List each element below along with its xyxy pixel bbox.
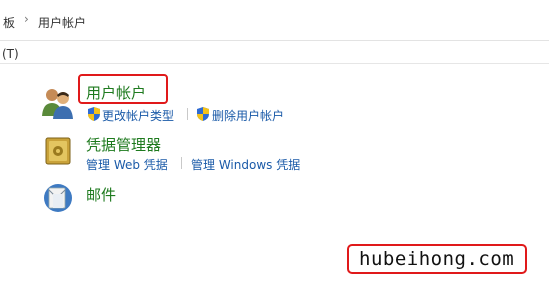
breadcrumb-parent[interactable]: 板: [3, 14, 15, 31]
link-manage-windows-credentials[interactable]: 管理 Windows 凭据: [191, 156, 300, 173]
watermark-stamp: hubeihong.com: [347, 244, 527, 274]
menu-bar: (T): [0, 41, 549, 64]
watermark-text: hubeihong.com: [359, 248, 515, 270]
highlight-box: [78, 74, 168, 104]
link-change-account-type[interactable]: 更改帐户类型: [102, 107, 174, 124]
category-title-mail[interactable]: 邮件: [86, 184, 116, 205]
link-manage-web-credentials[interactable]: 管理 Web 凭据: [86, 156, 168, 173]
category-title-credential-manager[interactable]: 凭据管理器: [86, 134, 161, 155]
breadcrumb-current[interactable]: 用户帐户: [38, 14, 86, 31]
credential-vault-icon[interactable]: [44, 136, 72, 166]
link-separator: [181, 157, 182, 169]
users-icon[interactable]: [40, 86, 76, 120]
breadcrumb-chevron-icon[interactable]: ›: [24, 12, 29, 26]
address-bar[interactable]: 板 › 用户帐户: [0, 0, 549, 41]
uac-shield-icon: [88, 106, 100, 125]
mail-icon[interactable]: [42, 180, 74, 214]
link-separator: [187, 108, 188, 120]
uac-shield-icon: [197, 106, 209, 125]
link-delete-user-account[interactable]: 删除用户帐户: [212, 107, 284, 124]
menu-item-tools[interactable]: (T): [2, 47, 19, 61]
